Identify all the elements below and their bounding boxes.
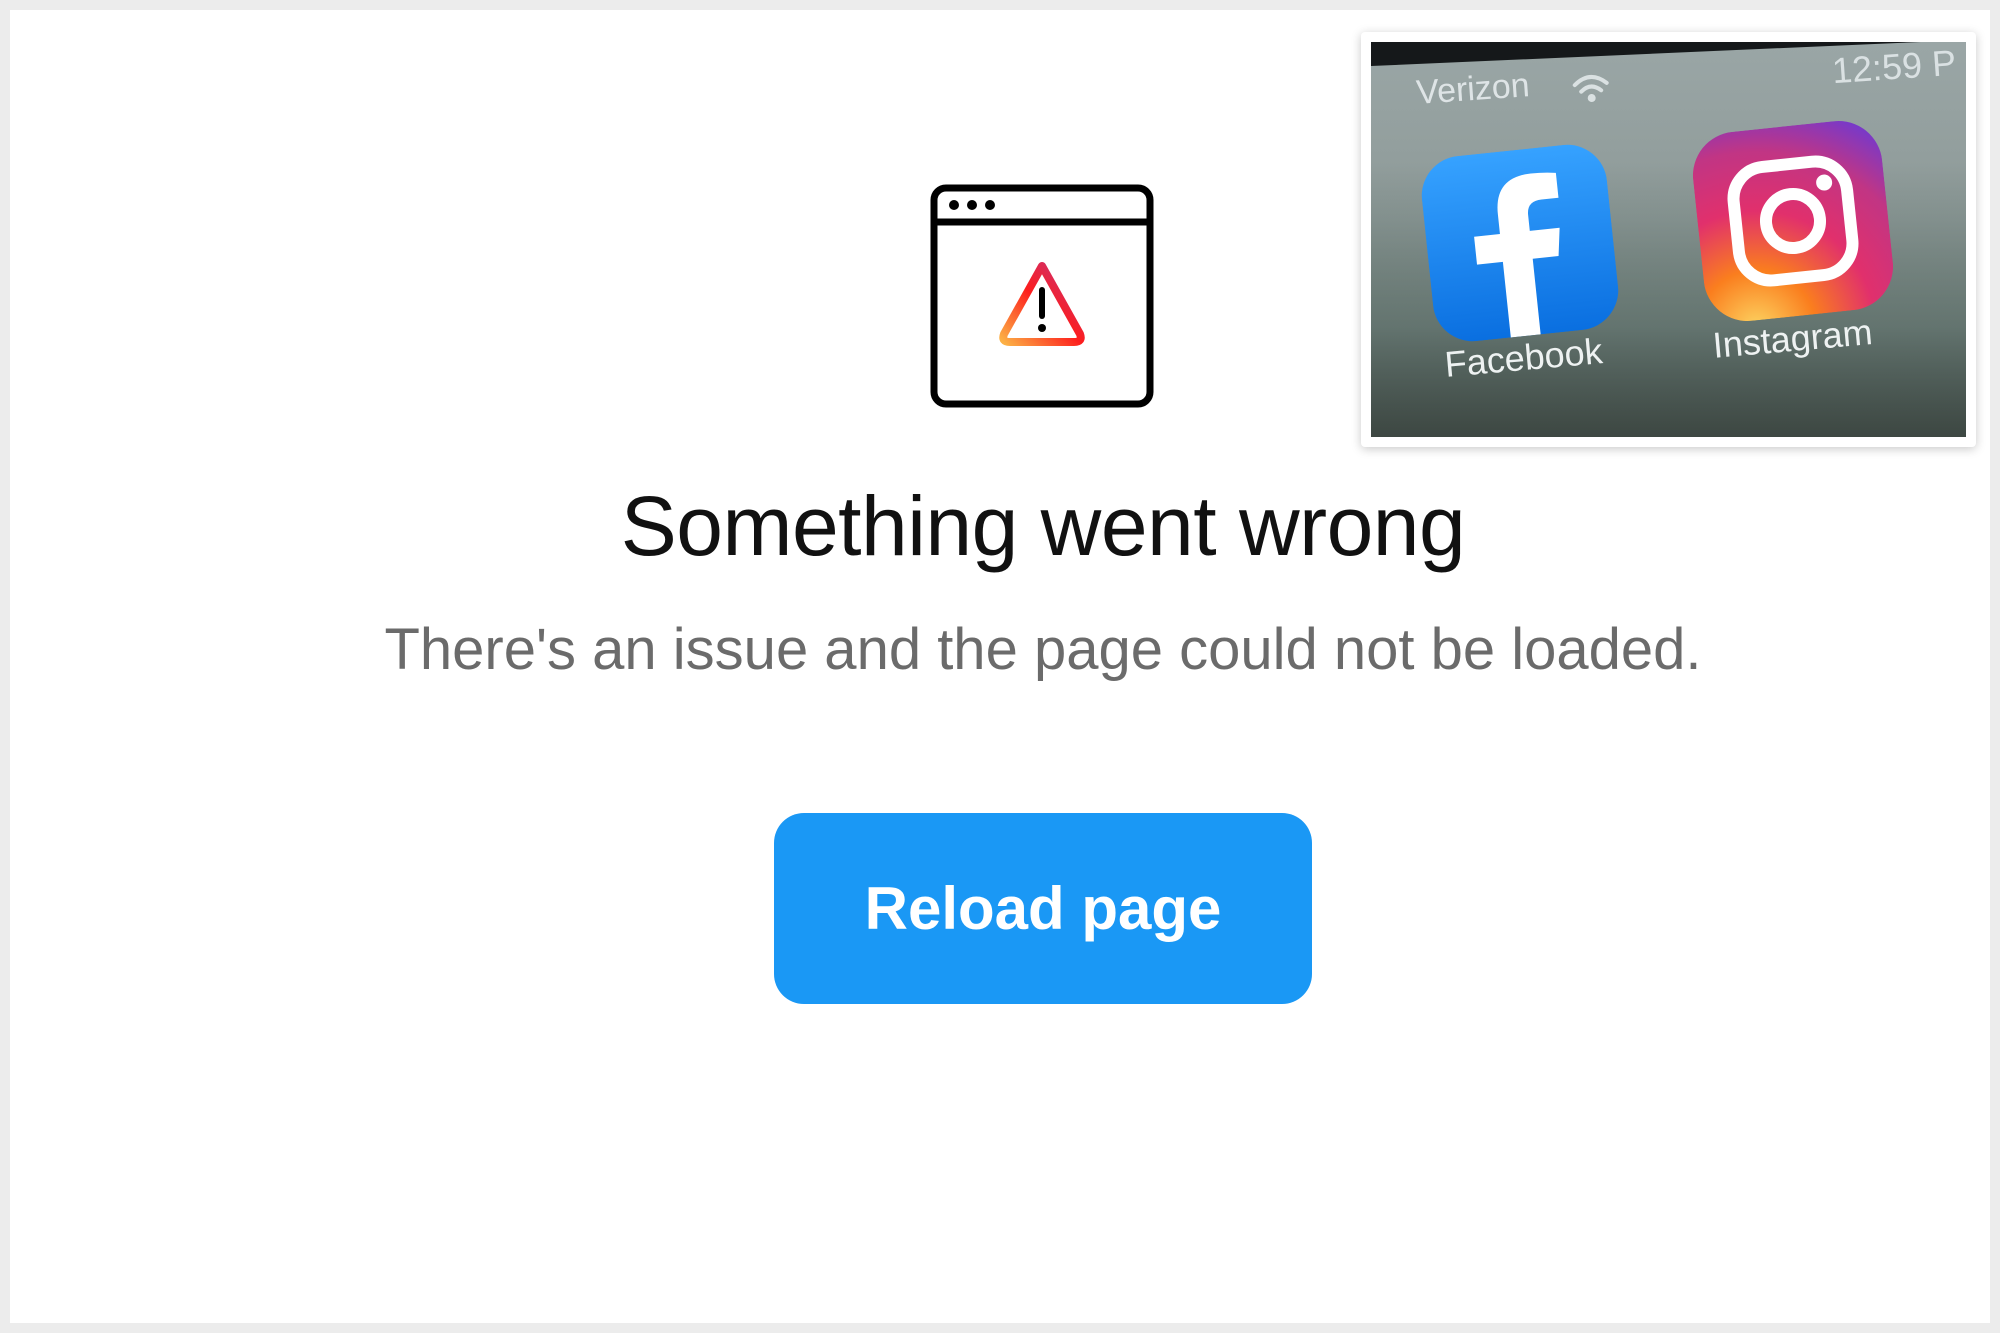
browser-warning-icon [930,184,1154,408]
wifi-icon [1572,75,1609,102]
instagram-icon [1692,120,1894,322]
status-time: 12:59 P [1830,42,1958,92]
carrier-label: Verizon [1415,66,1531,112]
facebook-icon [1421,144,1619,342]
reload-page-button[interactable]: Reload page [774,813,1312,1004]
phone-screen-photo: Verizon 12:59 P Facebook Instagram [1371,42,1966,437]
inset-photo: Verizon 12:59 P Facebook Instagram [1361,32,1976,447]
page-title: Something went wrong [620,479,1466,573]
error-message: There's an issue and the page could not … [384,617,1702,682]
error-page: Something went wrong There's an issue an… [10,10,1990,1323]
